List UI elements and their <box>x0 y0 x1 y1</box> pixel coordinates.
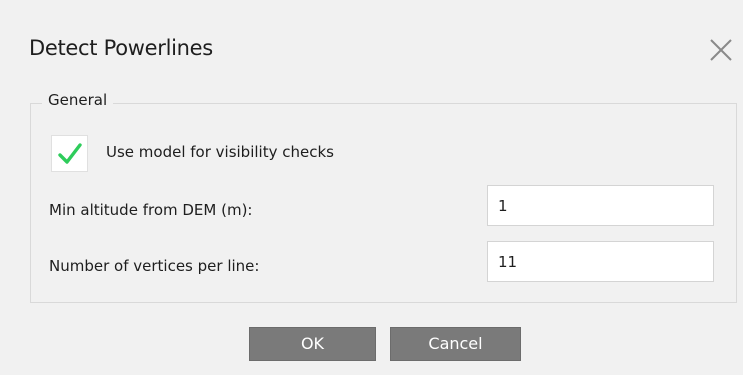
visibility-checkbox-label[interactable]: Use model for visibility checks <box>106 143 334 161</box>
visibility-checkbox[interactable] <box>51 135 88 172</box>
vertices-per-line-input[interactable] <box>487 241 714 282</box>
checkmark-icon <box>58 143 82 164</box>
detect-powerlines-dialog: Detect Powerlines General Use model for … <box>0 0 743 375</box>
general-group-legend: General <box>42 91 114 109</box>
close-icon[interactable] <box>708 37 734 63</box>
min-altitude-input[interactable] <box>487 185 714 226</box>
vertices-per-line-label: Number of vertices per line: <box>49 257 260 275</box>
dialog-title: Detect Powerlines <box>29 36 213 60</box>
ok-button[interactable]: OK <box>249 327 376 361</box>
min-altitude-label: Min altitude from DEM (m): <box>49 201 253 219</box>
cancel-button[interactable]: Cancel <box>390 327 521 361</box>
